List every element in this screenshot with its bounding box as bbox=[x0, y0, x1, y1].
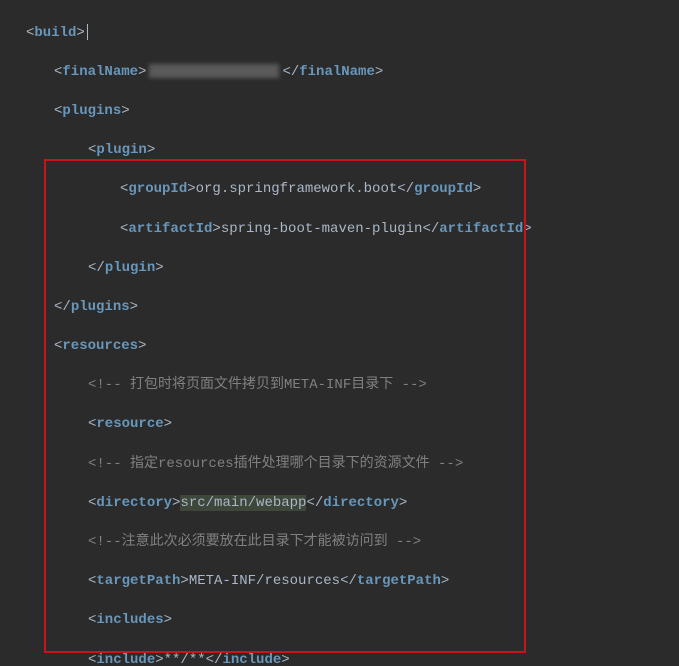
code-line: <groupId>org.springframework.boot</group… bbox=[8, 180, 671, 200]
code-line: <directory>src/main/webapp</directory> bbox=[8, 494, 671, 514]
code-editor[interactable]: <build> <finalName></finalName> <plugins… bbox=[0, 0, 679, 666]
code-line: <include>**/**</include> bbox=[8, 651, 671, 666]
code-line: <targetPath>META-INF/resources</targetPa… bbox=[8, 572, 671, 592]
code-line: <artifactId>spring-boot-maven-plugin</ar… bbox=[8, 220, 671, 240]
code-line: <build> bbox=[8, 24, 671, 44]
code-line: <plugin> bbox=[8, 141, 671, 161]
code-line: <plugins> bbox=[8, 102, 671, 122]
code-line: <resource> bbox=[8, 415, 671, 435]
code-line: </plugins> bbox=[8, 298, 671, 318]
code-comment: <!--注意此次必须要放在此目录下才能被访问到 --> bbox=[8, 533, 671, 553]
code-line: <includes> bbox=[8, 611, 671, 631]
code-comment: <!-- 指定resources插件处理哪个目录下的资源文件 --> bbox=[8, 455, 671, 475]
code-comment: <!-- 打包时将页面文件拷贝到META-INF目录下 --> bbox=[8, 376, 671, 396]
redacted-text bbox=[149, 64, 279, 78]
code-line: </plugin> bbox=[8, 259, 671, 279]
code-line: <finalName></finalName> bbox=[8, 63, 671, 83]
code-line: <resources> bbox=[8, 337, 671, 357]
text-cursor bbox=[87, 24, 88, 40]
